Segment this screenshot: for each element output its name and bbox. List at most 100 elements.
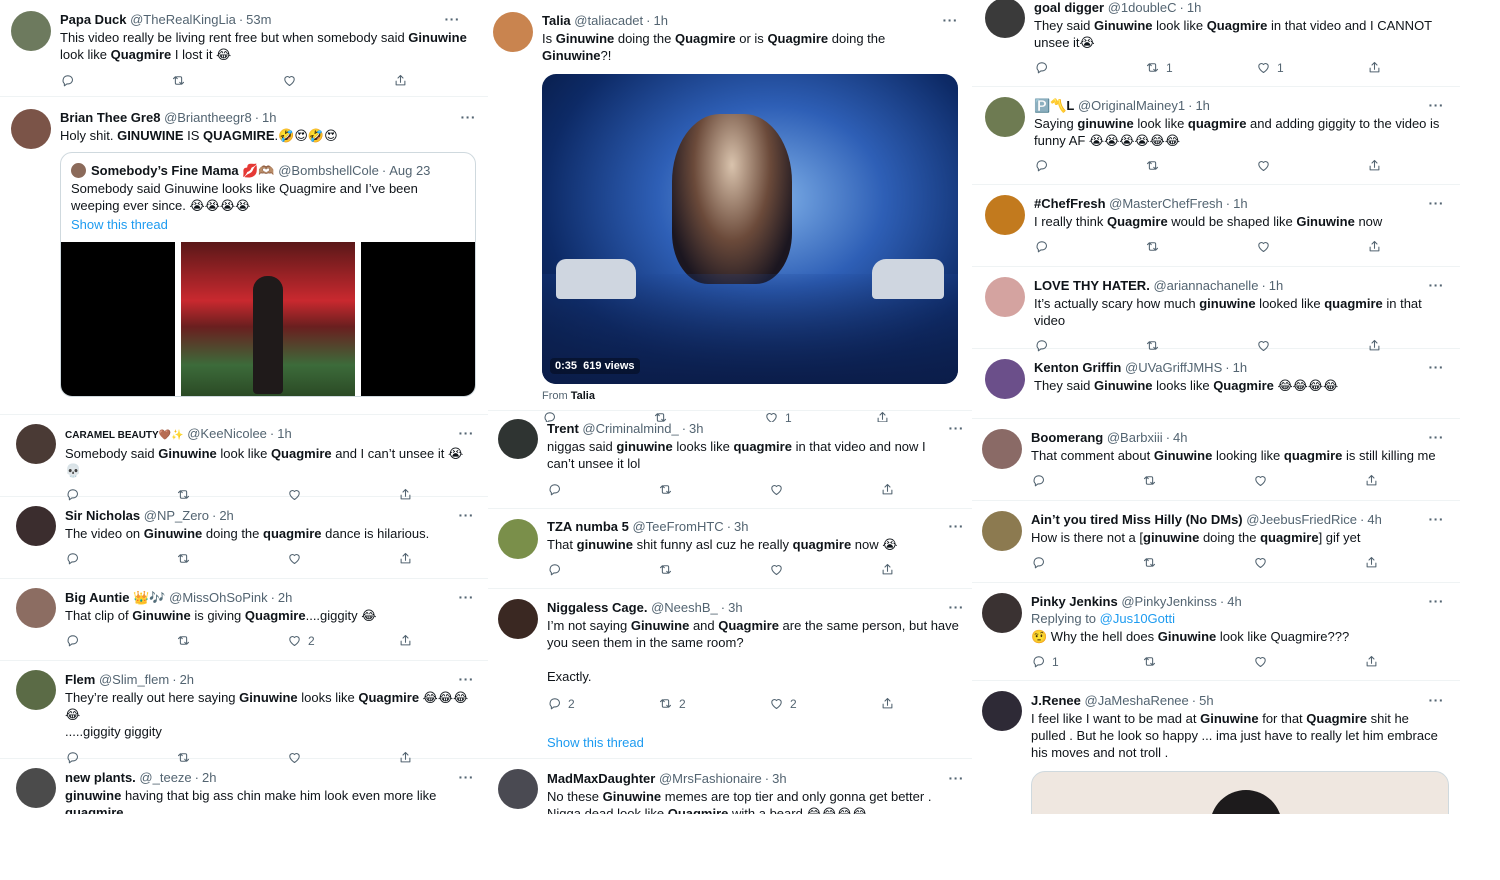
more-icon[interactable]: ··· xyxy=(1429,511,1445,527)
timestamp[interactable]: 4h xyxy=(1227,594,1241,609)
share-button[interactable] xyxy=(1367,60,1382,75)
author-handle[interactable]: @_teeze xyxy=(139,770,191,785)
like-button[interactable]: 2 xyxy=(769,696,797,711)
author-name[interactable]: #ChefFresh xyxy=(1034,196,1106,211)
video-source-name[interactable]: Talia xyxy=(571,390,595,402)
tweet[interactable]: MadMaxDaughter @MrsFashionaire · 3h ··· No… xyxy=(488,758,972,814)
author-name[interactable]: Ain’t you tired Miss Hilly (No DMs) xyxy=(1031,512,1243,527)
reply-button[interactable] xyxy=(1031,473,1046,488)
share-button[interactable] xyxy=(398,633,413,648)
more-icon[interactable]: ··· xyxy=(459,671,475,687)
tweet[interactable]: Kenton Griffin @UVaGriffJMHS · 1h ··· They… xyxy=(972,348,1460,419)
avatar[interactable] xyxy=(498,419,538,459)
author-name[interactable]: Pinky Jenkins xyxy=(1031,594,1118,609)
avatar[interactable] xyxy=(498,769,538,809)
more-icon[interactable]: ··· xyxy=(459,425,475,441)
tweet[interactable]: LOVE THY HATER. @ariannachanelle · 1h ··· … xyxy=(972,266,1460,349)
avatar[interactable] xyxy=(985,0,1025,38)
tweet[interactable]: Boomerang @Barbxiii · 4h ··· That comment … xyxy=(972,418,1460,501)
avatar[interactable] xyxy=(982,429,1022,469)
author-handle[interactable]: @KeeNicolee xyxy=(187,426,267,441)
like-button[interactable] xyxy=(287,551,302,566)
avatar[interactable] xyxy=(982,691,1022,731)
tweet[interactable]: CARAMEL BEAUTY🤎✨ @KeeNicolee · 1h ··· Some… xyxy=(0,414,488,497)
author-handle[interactable]: @NeeshB_ xyxy=(651,600,718,615)
video-player[interactable]: 0:35 619 views xyxy=(542,74,958,384)
author-name[interactable]: Trent xyxy=(547,421,579,436)
avatar[interactable] xyxy=(985,359,1025,399)
tweet[interactable]: TZA numba 5 @TeeFromHTC · 3h ··· That ginu… xyxy=(488,508,972,589)
author-name[interactable]: CARAMEL BEAUTY🤎✨ xyxy=(65,430,184,441)
timestamp[interactable]: 2h xyxy=(202,770,216,785)
author-handle[interactable]: @MasterChefFresh xyxy=(1109,196,1223,211)
author-name[interactable]: Flem xyxy=(65,672,95,687)
tweet[interactable]: Niggaless Cage. @NeeshB_ · 3h ··· I’m not … xyxy=(488,588,972,759)
more-icon[interactable]: ··· xyxy=(1429,277,1445,293)
more-icon[interactable]: ··· xyxy=(1429,429,1445,445)
author-handle[interactable]: @Criminalmind_ xyxy=(582,421,678,436)
media-image[interactable] xyxy=(1031,771,1449,814)
more-icon[interactable]: ··· xyxy=(459,507,475,523)
author-name[interactable]: MadMaxDaughter xyxy=(547,771,655,786)
timestamp[interactable]: 2h xyxy=(180,672,194,687)
show-thread-link[interactable]: Show this thread xyxy=(71,217,465,232)
timestamp[interactable]: 3h xyxy=(734,519,748,534)
avatar[interactable] xyxy=(16,768,56,808)
more-icon[interactable]: ··· xyxy=(1429,359,1445,375)
timestamp[interactable]: 1h xyxy=(1233,360,1247,375)
avatar[interactable] xyxy=(16,424,56,464)
avatar[interactable] xyxy=(16,670,56,710)
share-button[interactable] xyxy=(1367,158,1382,173)
avatar[interactable] xyxy=(985,277,1025,317)
tweet[interactable]: Big Auntie 👑🎶 @MissOhSoPink · 2h ··· That … xyxy=(0,578,488,661)
tweet[interactable]: 🅿️〽️L @OriginalMainey1 · 1h ··· Saying gin… xyxy=(972,86,1460,185)
like-button[interactable] xyxy=(769,482,784,497)
reply-button[interactable] xyxy=(547,562,562,577)
author-name[interactable]: TZA numba 5 xyxy=(547,519,629,534)
tweet[interactable]: Ain’t you tired Miss Hilly (No DMs) @Jee… xyxy=(972,500,1460,583)
avatar[interactable] xyxy=(493,12,533,52)
more-icon[interactable]: ··· xyxy=(949,420,965,436)
reply-button[interactable]: 1 xyxy=(1031,654,1059,669)
reply-button[interactable] xyxy=(1031,555,1046,570)
reply-button[interactable] xyxy=(65,551,80,566)
reply-button[interactable]: 2 xyxy=(547,696,575,711)
timestamp[interactable]: 1h xyxy=(262,110,276,125)
retweet-button[interactable] xyxy=(1145,239,1160,254)
timestamp[interactable]: 53m xyxy=(246,12,271,27)
media-image[interactable] xyxy=(61,242,175,396)
author-name[interactable]: Brian Thee Gre8 xyxy=(60,110,160,125)
like-button[interactable] xyxy=(1253,654,1268,669)
author-handle[interactable]: @JaMeshaRenee xyxy=(1085,693,1189,708)
reply-button[interactable] xyxy=(60,73,81,88)
avatar[interactable] xyxy=(498,519,538,559)
reply-button[interactable] xyxy=(547,482,562,497)
author-handle[interactable]: @MrsFashionaire xyxy=(659,771,762,786)
author-handle[interactable]: @1doubleC xyxy=(1108,0,1177,15)
retweet-button[interactable] xyxy=(176,633,191,648)
reply-button[interactable] xyxy=(1034,60,1049,75)
avatar[interactable] xyxy=(498,599,538,639)
tweet[interactable]: Brian Thee Gre8 @Briantheegr8 · 1h ··· Hol… xyxy=(0,98,488,415)
more-icon[interactable]: ··· xyxy=(1429,692,1445,708)
timestamp[interactable]: 1h xyxy=(277,426,291,441)
retweet-button[interactable] xyxy=(1142,555,1157,570)
retweet-button[interactable] xyxy=(658,482,673,497)
more-icon[interactable]: ··· xyxy=(1429,593,1445,609)
quoted-media[interactable] xyxy=(61,242,475,396)
avatar[interactable] xyxy=(11,11,51,51)
retweet-button[interactable]: 1 xyxy=(1145,60,1173,75)
tweet[interactable]: Talia @taliacadet · 1h ··· Is Ginuwine doi… xyxy=(488,0,972,422)
quoted-tweet[interactable]: Somebody’s Fine Mama 💋🫶🏽 @BombshellCole ·… xyxy=(60,152,476,397)
timestamp[interactable]: 4h xyxy=(1173,430,1187,445)
share-button[interactable] xyxy=(880,482,895,497)
author-handle[interactable]: @PinkyJenkinss xyxy=(1121,594,1217,609)
author-handle[interactable]: @ariannachanelle xyxy=(1153,278,1258,293)
avatar[interactable] xyxy=(16,588,56,628)
author-handle[interactable]: @UVaGriffJMHS xyxy=(1125,360,1222,375)
author-name[interactable]: 🅿️〽️L xyxy=(1034,98,1074,113)
more-icon[interactable]: ··· xyxy=(1429,195,1445,211)
like-button[interactable] xyxy=(769,562,784,577)
avatar[interactable] xyxy=(985,97,1025,137)
show-thread-link[interactable]: Show this thread xyxy=(547,735,964,750)
